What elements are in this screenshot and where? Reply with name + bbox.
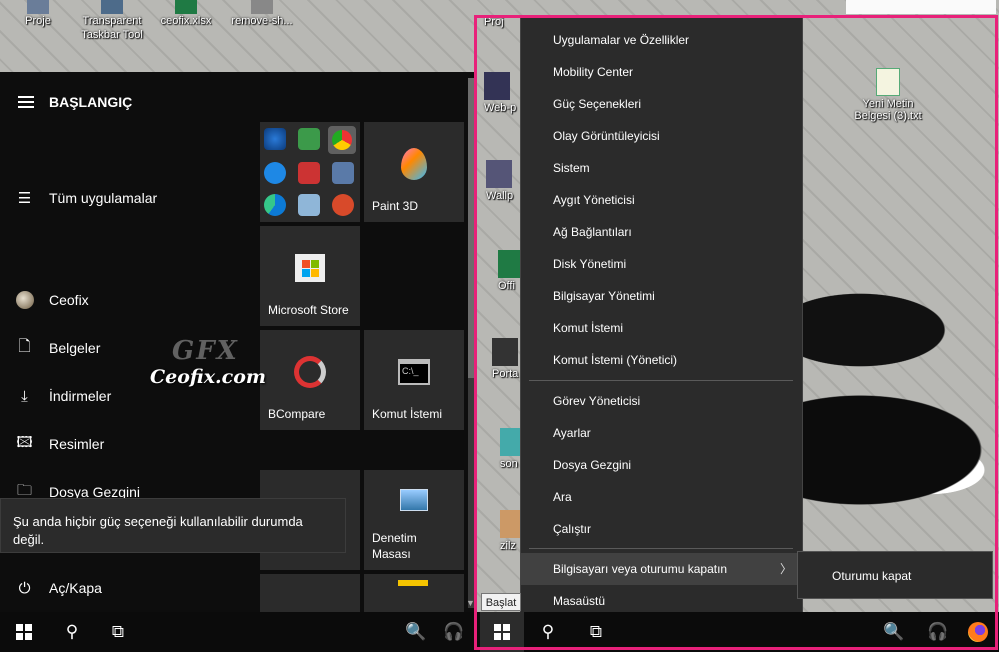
app-icon	[101, 0, 123, 14]
tile-app-folder[interactable]	[260, 122, 360, 222]
app-icon	[298, 162, 320, 184]
task-view-button[interactable]: ⧉	[96, 612, 140, 652]
tile-command-prompt[interactable]: C:\_ Komut İstemi	[364, 330, 464, 430]
store-icon	[295, 254, 325, 282]
watermark: GFX Ceofix.com	[150, 336, 266, 388]
tile-partial-bottom[interactable]	[260, 574, 360, 614]
power-button[interactable]: ⏻ Aç/Kapa	[0, 568, 258, 608]
start-item-pictures[interactable]: 🖾 Resimler	[0, 424, 258, 464]
tile-bcompare[interactable]: BCompare	[260, 330, 360, 430]
headphones-button[interactable]: 🎧	[432, 612, 476, 652]
start-button[interactable]	[2, 612, 46, 652]
start-menu-title: BAŞLANGIÇ	[49, 94, 133, 110]
magnifier-icon: 🔍	[405, 622, 427, 641]
folder-icon	[27, 0, 49, 14]
paint-3d-icon	[401, 148, 427, 180]
tile-microsoft-store[interactable]: Microsoft Store	[260, 226, 360, 326]
windows-icon	[16, 624, 32, 640]
desktop-icon-transparent-taskbar[interactable]: Transparent Taskbar Tool	[74, 0, 150, 42]
app-icon	[298, 128, 320, 150]
excel-file-icon	[175, 0, 197, 14]
desktop-icon-proje[interactable]: Proje	[0, 0, 76, 28]
app-icon	[264, 128, 286, 150]
pictures-icon: 🖾	[16, 433, 33, 451]
window-edge	[846, 0, 996, 14]
app-icon	[332, 194, 354, 216]
power-icon: ⏻	[18, 579, 31, 597]
control-panel-icon	[400, 489, 428, 511]
script-file-icon	[251, 0, 273, 14]
taskbar-left: ⚲ ⧉ 🔍 🎧	[0, 612, 476, 652]
desktop-icon-remove-sh[interactable]: remove-sh...	[224, 0, 300, 28]
search-button[interactable]: ⚲	[50, 612, 94, 652]
tile-partial-bottom[interactable]	[364, 574, 464, 614]
tile-paint-3d[interactable]: Paint 3D	[364, 122, 464, 222]
download-icon: ⤓	[21, 387, 28, 405]
command-prompt-icon: C:\_	[398, 359, 430, 385]
tile-control-panel[interactable]: Denetim Masası	[364, 470, 464, 570]
edge-icon	[264, 194, 286, 216]
search-icon: ⚲	[65, 622, 79, 641]
desktop-icon-ceofix-xlsx[interactable]: ceofix.xlsx	[148, 0, 224, 28]
calculator-icon	[332, 162, 354, 184]
chrome-icon	[332, 130, 352, 150]
hamburger-menu-icon[interactable]	[18, 96, 34, 108]
task-view-icon: ⧉	[111, 622, 125, 641]
bcompare-icon	[294, 356, 326, 388]
app-icon	[298, 194, 320, 216]
all-apps-button[interactable]: ☰ Tüm uygulamalar	[0, 178, 258, 218]
app-icon	[264, 162, 286, 184]
list-icon: ☰	[17, 190, 32, 207]
document-icon: 🗋	[18, 337, 31, 355]
avatar	[15, 291, 34, 309]
headphones-icon: 🎧	[443, 622, 465, 641]
user-account-button[interactable]: Ceofix	[0, 280, 258, 320]
highlight-frame	[474, 15, 998, 650]
power-tooltip: Şu anda hiçbir güç seçeneği kullanılabil…	[0, 498, 346, 553]
